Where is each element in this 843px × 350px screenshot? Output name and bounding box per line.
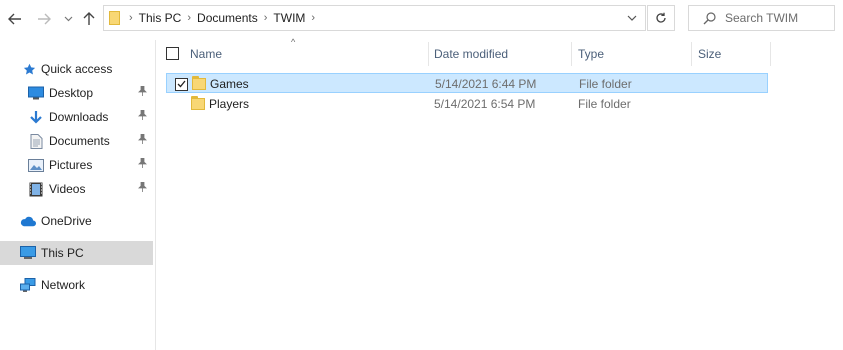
file-type: File folder (579, 77, 632, 91)
file-row-players[interactable]: Players 5/14/2021 6:54 PM File folder (166, 94, 768, 114)
sidebar-item-label: Documents (49, 134, 110, 148)
address-bar[interactable]: › This PC › Documents › TWIM › (103, 5, 646, 31)
refresh-button[interactable] (647, 5, 675, 31)
documents-icon (28, 133, 44, 149)
forward-arrow-icon (38, 13, 51, 25)
sidebar-item-downloads[interactable]: Downloads (0, 105, 153, 129)
sidebar-item-label: OneDrive (41, 214, 92, 228)
pin-icon[interactable] (138, 109, 147, 123)
checkmark-icon (177, 80, 186, 88)
back-button[interactable] (6, 8, 24, 30)
column-header-type[interactable]: Type (578, 42, 688, 66)
breadcrumb-chevron-icon: › (311, 12, 316, 24)
sidebar-item-quick-access[interactable]: Quick access (0, 57, 153, 81)
sidebar-item-videos[interactable]: Videos (0, 177, 153, 201)
sidebar-item-this-pc[interactable]: This PC (0, 241, 153, 265)
back-arrow-icon (8, 13, 21, 25)
desktop-icon (28, 85, 44, 101)
row-checkbox[interactable] (175, 74, 188, 94)
folder-icon (192, 74, 206, 94)
file-date-modified: 5/14/2021 6:44 PM (435, 77, 537, 91)
up-arrow-icon (83, 12, 95, 25)
forward-button[interactable] (35, 8, 53, 30)
network-icon (20, 277, 36, 293)
recent-locations-button[interactable] (62, 8, 74, 30)
file-name[interactable]: Games (210, 74, 249, 94)
sidebar-item-documents[interactable]: Documents (0, 129, 153, 153)
folder-icon (109, 10, 123, 26)
breadcrumb-chevron-icon: › (187, 12, 192, 24)
column-header-date-modified[interactable]: Date modified (434, 42, 569, 66)
pin-icon[interactable] (138, 157, 147, 171)
sidebar-item-network[interactable]: Network (0, 273, 153, 297)
pane-divider[interactable] (155, 40, 156, 350)
sidebar-item-label: Desktop (49, 86, 94, 100)
folder-icon (191, 94, 205, 114)
sidebar-item-label: This PC (41, 246, 84, 260)
pin-icon[interactable] (138, 85, 147, 99)
pin-icon[interactable] (138, 181, 147, 195)
pin-icon[interactable] (138, 133, 147, 147)
file-row-games[interactable]: Games 5/14/2021 6:44 PM File folder (166, 73, 768, 93)
sidebar-item-label: Pictures (49, 158, 93, 172)
sidebar-item-desktop[interactable]: Desktop (0, 81, 153, 105)
computer-icon (20, 245, 36, 261)
file-name[interactable]: Players (209, 94, 249, 114)
select-all-checkbox[interactable] (166, 47, 179, 60)
sidebar-item-pictures[interactable]: Pictures (0, 153, 153, 177)
address-dropdown-button[interactable] (618, 5, 646, 31)
breadcrumb-chevron-icon: › (263, 12, 268, 24)
sidebar-item-onedrive[interactable]: OneDrive (0, 209, 153, 233)
navigation-pane: Quick access Desktop Downloads Documents (0, 40, 153, 350)
column-separator[interactable] (571, 42, 572, 66)
breadcrumb-twim[interactable]: TWIM (273, 11, 305, 25)
search-icon (703, 11, 716, 25)
breadcrumb-chevron-icon: › (129, 12, 133, 24)
breadcrumb-this-pc[interactable]: This PC (139, 11, 182, 25)
sidebar-item-label: Downloads (49, 110, 109, 124)
file-date-modified: 5/14/2021 6:54 PM (434, 97, 536, 111)
file-type: File folder (578, 97, 631, 111)
cloud-icon (20, 213, 36, 229)
up-button[interactable] (81, 8, 97, 30)
pictures-icon (28, 157, 44, 173)
star-icon (22, 61, 36, 77)
chevron-down-icon (627, 15, 637, 21)
column-separator[interactable] (691, 42, 692, 66)
videos-icon (28, 181, 44, 197)
column-separator[interactable] (428, 42, 429, 66)
column-header-name[interactable]: Name (190, 42, 425, 66)
search-box[interactable]: Search TWIM (688, 5, 835, 31)
sidebar-item-label: Network (41, 278, 86, 292)
column-separator[interactable] (770, 42, 771, 66)
breadcrumb-documents[interactable]: Documents (197, 11, 258, 25)
refresh-icon (656, 12, 666, 23)
chevron-down-icon (64, 16, 72, 22)
sidebar-item-label: Quick access (41, 62, 113, 76)
search-placeholder: Search TWIM (725, 11, 799, 25)
column-header-size[interactable]: Size (698, 42, 768, 66)
download-icon (28, 109, 44, 125)
sidebar-item-label: Videos (49, 182, 86, 196)
